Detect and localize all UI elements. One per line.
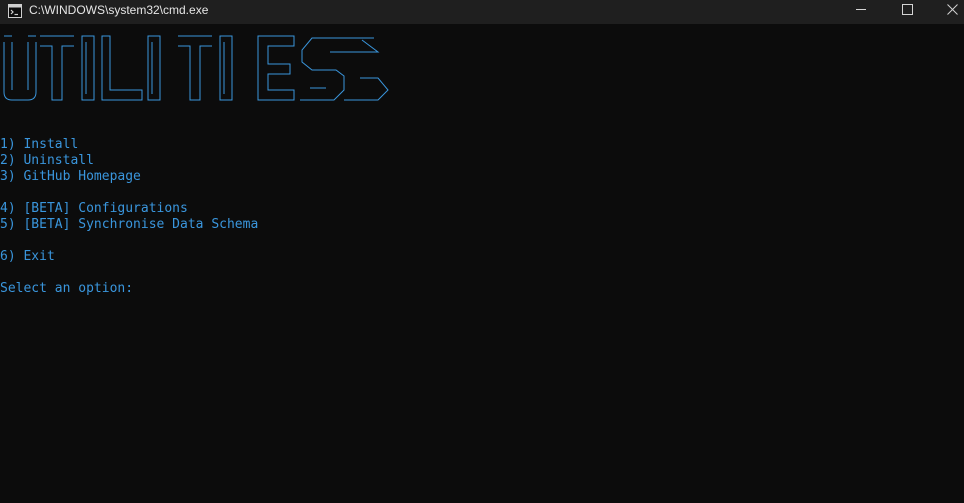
cmd-console-icon [8,4,22,18]
utilities-ascii-banner [3,35,389,101]
close-icon [947,4,958,15]
console-output[interactable]: 1) Install 2) Uninstall 3) GitHub Homepa… [0,24,964,503]
window-title: C:\WINDOWS\system32\cmd.exe [29,3,209,17]
menu-item-exit: 6) Exit [0,249,55,264]
maximize-icon [902,4,913,15]
text-cursor[interactable] [138,299,139,300]
minimize-icon [856,9,866,10]
maximize-button[interactable] [884,0,930,24]
cmd-window: C:\WINDOWS\system32\cmd.exe 1) Install 2… [0,0,964,503]
input-prompt: Select an option: [0,281,141,296]
menu-item-install: 1) Install [0,137,79,152]
close-button[interactable] [930,0,964,24]
menu-item-configurations: 4) [BETA] Configurations [0,201,188,216]
title-bar[interactable]: C:\WINDOWS\system32\cmd.exe [0,0,964,24]
menu-item-uninstall: 2) Uninstall [0,153,94,168]
menu-item-github-homepage: 3) GitHub Homepage [0,169,141,184]
menu-item-synchronise-data-schema: 5) [BETA] Synchronise Data Schema [0,217,259,232]
minimize-button[interactable] [838,0,884,24]
